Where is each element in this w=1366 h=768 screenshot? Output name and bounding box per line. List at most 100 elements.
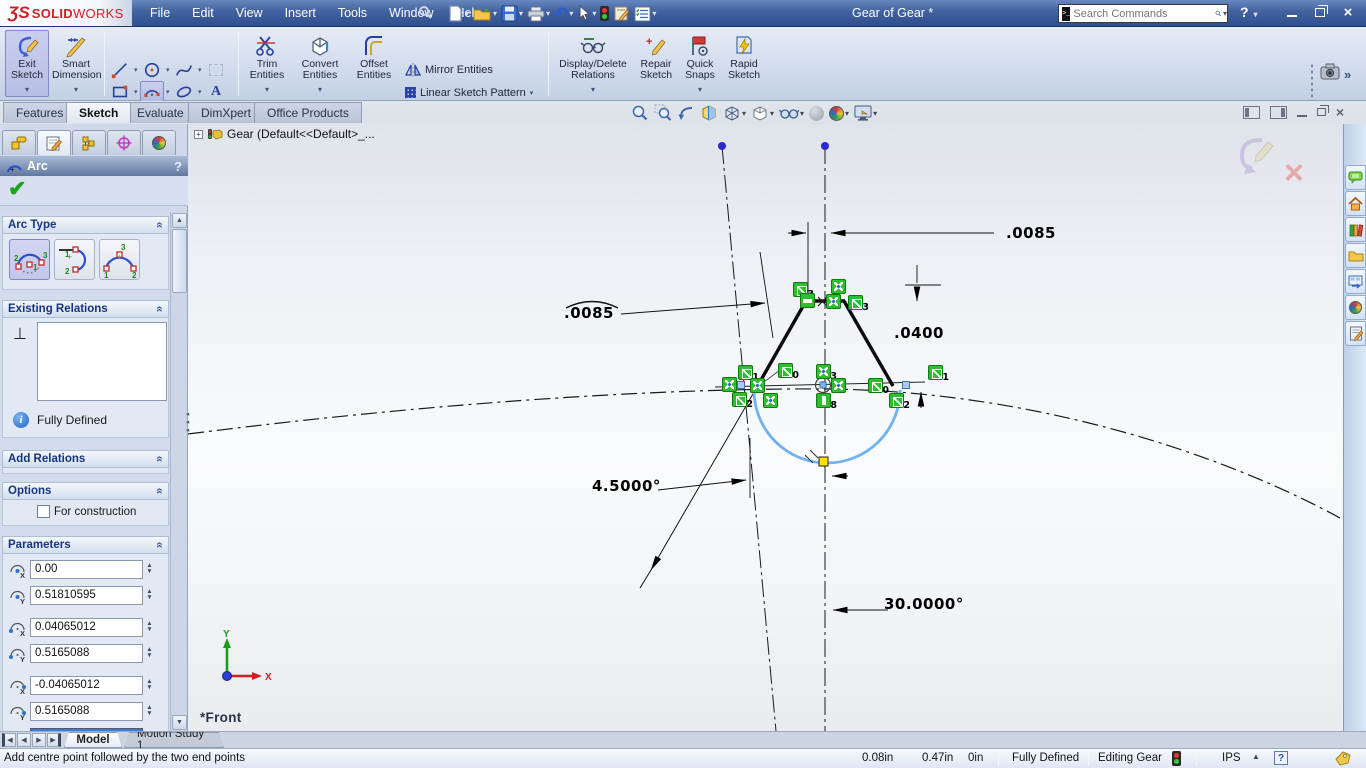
- edit-appearance-button[interactable]: ▾: [828, 102, 850, 124]
- ellipse-caret-icon[interactable]: ▾: [198, 88, 202, 96]
- print-caret-icon[interactable]: ▾: [546, 9, 550, 18]
- dimension-angle-right[interactable]: 30.0000°: [884, 595, 964, 613]
- display-style-button[interactable]: ▾: [750, 102, 775, 124]
- sketch-vertex[interactable]: [737, 381, 745, 389]
- menu-edit[interactable]: Edit: [182, 3, 224, 23]
- new-caret-icon[interactable]: ▾: [465, 9, 469, 18]
- centerpoint-arc-type-button[interactable]: 231: [9, 239, 50, 280]
- rapid-sketch-button[interactable]: Rapid Sketch: [722, 30, 766, 97]
- start-y-field[interactable]: 0.5165088: [30, 644, 143, 663]
- end-x-spinner[interactable]: ▲▼: [143, 676, 156, 695]
- add-relations-group-header[interactable]: Add Relations: [2, 450, 169, 468]
- pane-toggle-left-button[interactable]: [1243, 106, 1260, 119]
- help-caret-icon[interactable]: ▾: [1253, 10, 1257, 19]
- help-button[interactable]: ? ▾: [1240, 4, 1257, 20]
- convert-caret-icon[interactable]: ▾: [318, 85, 322, 94]
- relation-badge[interactable]: [831, 279, 846, 294]
- circle-tool[interactable]: [140, 59, 164, 80]
- print-button[interactable]: ▾: [525, 3, 552, 25]
- convert-entities-button[interactable]: Convert Entities ▾: [294, 30, 346, 97]
- dimxpert-manager-tab[interactable]: [107, 130, 141, 155]
- restore-button[interactable]: [1310, 5, 1330, 20]
- options-button[interactable]: ▾: [632, 3, 658, 25]
- end-y-field[interactable]: 0.5165088: [30, 702, 143, 721]
- pane-toggle-right-button[interactable]: [1270, 106, 1287, 119]
- display-style-caret-icon[interactable]: ▾: [770, 109, 774, 118]
- view-orientation-caret-icon[interactable]: ▾: [742, 109, 746, 118]
- relation-badge[interactable]: [800, 293, 815, 308]
- repair-sketch-button[interactable]: + Repair Sketch: [634, 30, 678, 97]
- unit-system-caret-icon[interactable]: ▲: [1252, 752, 1260, 761]
- panel-splitter-handle[interactable]: ◂◂◂: [183, 405, 192, 441]
- feature-manager-tab[interactable]: [2, 130, 36, 155]
- custom-properties-tab[interactable]: [1345, 321, 1366, 346]
- previous-view-button[interactable]: [676, 102, 696, 124]
- search-input[interactable]: [1073, 8, 1215, 20]
- scroll-up-button[interactable]: ▲: [172, 213, 187, 228]
- property-manager-tab[interactable]: [37, 130, 71, 155]
- spline-tool[interactable]: [172, 59, 196, 80]
- scroll-down-button[interactable]: ▼: [172, 715, 187, 730]
- quick-snaps-button[interactable]: Quick Snaps ▾: [680, 30, 720, 97]
- options-caret-icon[interactable]: ▾: [652, 9, 656, 18]
- new-document-button[interactable]: ▾: [445, 3, 471, 25]
- for-construction-checkbox[interactable]: [37, 505, 50, 518]
- quick-tips-button[interactable]: ?: [1274, 751, 1288, 765]
- relation-badge[interactable]: 1: [928, 365, 943, 380]
- trim-caret-icon[interactable]: ▾: [265, 85, 269, 94]
- relation-badge[interactable]: [722, 377, 737, 392]
- display-delete-relations-button[interactable]: Display/Delete Relations ▾: [554, 30, 632, 97]
- relation-badge[interactable]: 3: [848, 295, 863, 310]
- end-y-spinner[interactable]: ▲▼: [143, 702, 156, 721]
- menu-view[interactable]: View: [226, 3, 273, 23]
- relation-badge[interactable]: 2: [732, 392, 747, 407]
- mirror-entities-button[interactable]: Mirror Entities: [405, 59, 493, 80]
- exit-sketch-button[interactable]: Exit Sketch ▾: [5, 30, 49, 97]
- menu-pin-icon[interactable]: [418, 5, 433, 20]
- rebuild-button[interactable]: [598, 3, 611, 25]
- display-delete-caret-icon[interactable]: ▾: [591, 85, 595, 94]
- dimension-width-left[interactable]: .0085: [564, 304, 614, 322]
- three-point-arc-type-button[interactable]: +123: [99, 239, 140, 280]
- start-y-spinner[interactable]: ▲▼: [143, 644, 156, 663]
- menu-tools[interactable]: Tools: [328, 3, 377, 23]
- smart-dimension-button[interactable]: Smart Dimension ▾: [51, 30, 101, 97]
- line-tool[interactable]: [108, 59, 132, 80]
- relation-badge[interactable]: 8: [816, 393, 831, 408]
- edit-appearance-caret-icon[interactable]: ▾: [845, 109, 849, 118]
- search-icon[interactable]: [1215, 6, 1222, 21]
- search-caret-icon[interactable]: ▾: [1223, 9, 1227, 18]
- menu-window[interactable]: Window: [379, 3, 443, 23]
- open-button[interactable]: ▾: [471, 3, 499, 25]
- unit-system[interactable]: IPS: [1222, 752, 1241, 764]
- relation-badge[interactable]: 0: [778, 363, 793, 378]
- arc-caret-icon[interactable]: ▾: [166, 88, 170, 96]
- relation-badge[interactable]: [763, 393, 778, 408]
- confirmation-corner-cancel-icon[interactable]: ×: [1284, 158, 1304, 188]
- prev-tab-button[interactable]: ◀: [17, 733, 31, 747]
- document-minimize-button[interactable]: [1297, 115, 1307, 118]
- offset-entities-button[interactable]: Offset Entities: [349, 30, 399, 97]
- undo-caret-icon[interactable]: ▾: [569, 9, 573, 18]
- center-x-field[interactable]: 0.00: [30, 560, 143, 579]
- exit-sketch-caret-icon[interactable]: ▾: [25, 85, 29, 94]
- apply-scene-caret-icon[interactable]: ▾: [873, 109, 877, 118]
- rectangle-caret-icon[interactable]: ▾: [134, 88, 138, 96]
- display-manager-tab[interactable]: [142, 130, 176, 155]
- spline-caret-icon[interactable]: ▾: [198, 66, 202, 74]
- screen-capture-button[interactable]: [1320, 63, 1340, 80]
- minimize-button[interactable]: [1282, 5, 1302, 20]
- menu-insert[interactable]: Insert: [275, 3, 326, 23]
- start-x-field[interactable]: 0.04065012: [30, 618, 143, 637]
- toolbar-expand-icon[interactable]: »: [1344, 67, 1351, 82]
- tab-evaluate[interactable]: Evaluate: [124, 102, 197, 123]
- apply-scene-button[interactable]: ▾: [853, 102, 878, 124]
- tab-dimxpert[interactable]: DimXpert: [188, 102, 264, 123]
- circle-caret-icon[interactable]: ▾: [166, 66, 170, 74]
- tangent-arc-type-button[interactable]: +12: [54, 239, 95, 280]
- centerpoint-arc-tool[interactable]: [140, 81, 164, 102]
- options-group-header[interactable]: Options: [2, 482, 169, 500]
- first-tab-button[interactable]: ◀: [2, 733, 16, 747]
- relation-badge[interactable]: 3: [816, 364, 831, 379]
- tag-icon[interactable]: [1334, 751, 1352, 766]
